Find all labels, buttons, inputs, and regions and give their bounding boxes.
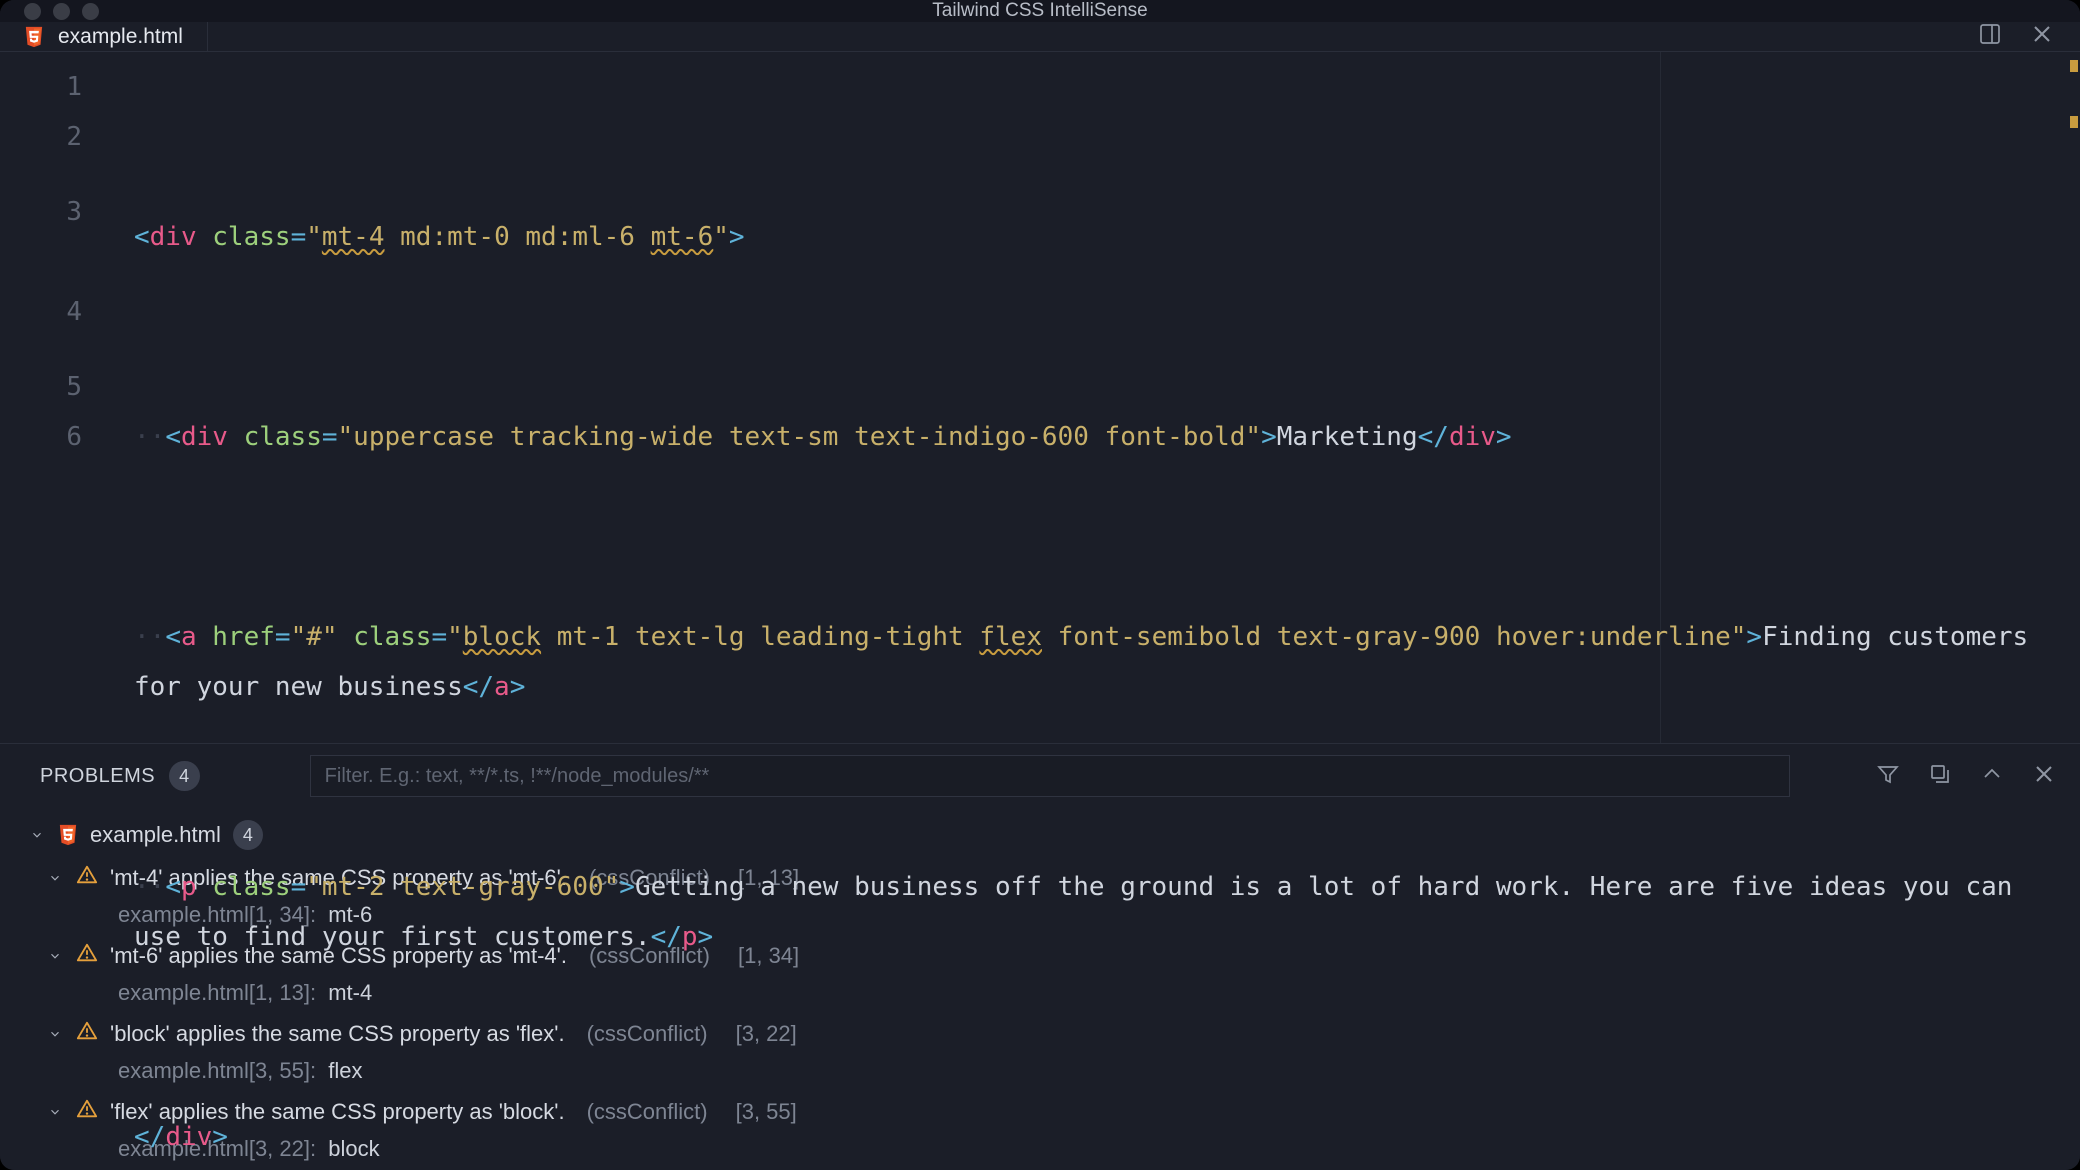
code-line[interactable]: ··<div class="uppercase tracking-wide te…: [134, 412, 2080, 462]
tab-bar: example.html: [0, 22, 2080, 52]
line-number-gutter: 1 2 3 4 5 6: [0, 62, 110, 743]
minimize-window-button[interactable]: [53, 3, 70, 20]
warning-icon: [76, 942, 98, 970]
line-number: 5: [0, 362, 82, 412]
line-number: 6: [0, 412, 82, 462]
warning-icon: [76, 864, 98, 892]
close-tab-icon[interactable]: [2030, 22, 2054, 51]
chevron-down-icon[interactable]: [46, 869, 64, 887]
editor-window: Tailwind CSS IntelliSense example.html 1: [0, 0, 2080, 1170]
code-line[interactable]: ··<p class="mt-2 text-gray-600">Getting …: [134, 862, 2080, 962]
chevron-down-icon[interactable]: [28, 826, 46, 844]
window-title: Tailwind CSS IntelliSense: [932, 0, 1147, 22]
zoom-window-button[interactable]: [82, 3, 99, 20]
tab-example-html[interactable]: example.html: [0, 22, 208, 51]
code-content[interactable]: <div class="mt-4 md:mt-0 md:ml-6 mt-6"> …: [110, 62, 2080, 743]
tab-actions: [1978, 22, 2080, 51]
line-number: 4: [0, 262, 82, 362]
chevron-down-icon[interactable]: [46, 947, 64, 965]
warning-icon: [76, 1020, 98, 1048]
close-window-button[interactable]: [24, 3, 41, 20]
window-controls: [0, 3, 99, 20]
line-number: 1: [0, 62, 82, 112]
chevron-down-icon[interactable]: [46, 1025, 64, 1043]
code-editor[interactable]: 1 2 3 4 5 6 <div class="mt-4 md:mt-0 md:…: [0, 52, 2080, 743]
tab-filename: example.html: [58, 25, 183, 49]
warning-icon: [76, 1098, 98, 1126]
line-number: 2: [0, 112, 82, 162]
html-file-icon: [58, 824, 78, 846]
html-file-icon: [24, 26, 44, 48]
code-line[interactable]: </div>: [134, 1112, 2080, 1162]
code-line[interactable]: ··<a href="#" class="block mt-1 text-lg …: [134, 612, 2080, 712]
line-number: 3: [0, 162, 82, 262]
chevron-down-icon[interactable]: [46, 1103, 64, 1121]
split-editor-icon[interactable]: [1978, 22, 2002, 51]
code-line[interactable]: <div class="mt-4 md:mt-0 md:ml-6 mt-6">: [134, 212, 2080, 262]
titlebar: Tailwind CSS IntelliSense: [0, 0, 2080, 22]
